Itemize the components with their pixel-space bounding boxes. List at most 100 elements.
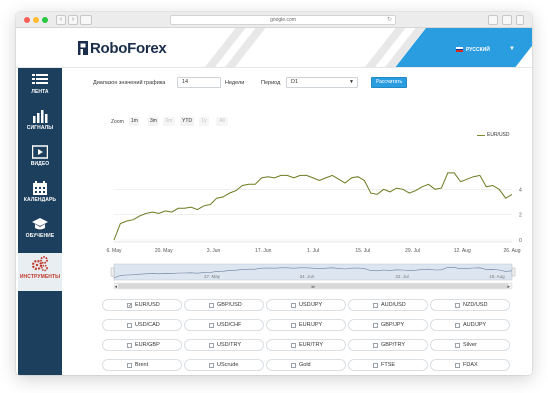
x-tick-label: 29. Jul: [405, 248, 420, 254]
instrument-checkbox-usdcad[interactable]: USD/CAD: [102, 319, 182, 331]
forward-button[interactable]: ›: [68, 15, 78, 25]
instrument-label: AUD/JPY: [463, 322, 487, 328]
logo-text[interactable]: RoboForex: [90, 40, 167, 57]
x-tick-label: 20. May: [155, 248, 173, 254]
checkbox-box[interactable]: [455, 363, 460, 368]
sidebar-toggle-icon[interactable]: [80, 15, 92, 25]
instrument-label: USD/CHF: [217, 322, 242, 328]
calendar-icon: [33, 181, 47, 195]
navigator-tick-label: 24. Jun: [300, 274, 315, 279]
sidebar-item-video[interactable]: ВИДЕО: [18, 142, 62, 178]
instrument-label: USD/TRY: [217, 342, 242, 348]
checkbox-box[interactable]: [373, 303, 378, 308]
gears-icon: [31, 256, 48, 272]
instrument-label: EUR/TRY: [299, 342, 324, 348]
instrument-checkbox-gold[interactable]: Gold: [266, 359, 346, 371]
x-tick-label: 3. Jun: [207, 248, 221, 254]
sidebar-item-feed[interactable]: ЛЕНТА: [18, 70, 62, 106]
checkbox-box[interactable]: [209, 343, 214, 348]
maximize-window-button[interactable]: [42, 17, 48, 23]
new-tab-icon[interactable]: [516, 15, 524, 25]
instrument-label: GBP/USD: [217, 302, 242, 308]
y-tick-label: 0: [519, 238, 522, 244]
checkbox-box[interactable]: [127, 363, 132, 368]
sidebar-item-label: ВИДЕО: [30, 161, 50, 167]
checkbox-box[interactable]: [209, 363, 214, 368]
instrument-checkbox-usdtry[interactable]: USD/TRY: [184, 339, 264, 351]
close-window-button[interactable]: [24, 17, 30, 23]
instrument-checkbox-uscrude[interactable]: UScrude: [184, 359, 264, 371]
sidebar-item-label: ОБУЧЕНИЕ: [25, 233, 55, 239]
instrument-label: GBP/TRY: [381, 342, 406, 348]
minimize-window-button[interactable]: [33, 17, 39, 23]
instrument-checkbox-gbpusd[interactable]: GBP/USD: [184, 299, 264, 311]
checkbox-box[interactable]: [209, 303, 214, 308]
instrument-checkbox-eurjpy[interactable]: EUR/JPY: [266, 319, 346, 331]
instrument-label: UScrude: [217, 362, 239, 368]
checkbox-box[interactable]: [291, 303, 296, 308]
y-tick-label: 2: [519, 213, 522, 219]
checkbox-box[interactable]: ✓: [127, 303, 132, 309]
russia-flag-icon: [456, 47, 463, 52]
browser-window: ‹ › google.com ↻ RoboForex РУССКИЙ ▼ ЛЕН…: [16, 12, 532, 375]
checkbox-box[interactable]: [291, 343, 296, 348]
checkbox-box[interactable]: [373, 363, 378, 368]
checkbox-box[interactable]: [373, 343, 378, 348]
share-icon[interactable]: [488, 15, 498, 25]
sidebar-item-label: ЛЕНТА: [31, 89, 49, 95]
sidebar-item-calendar[interactable]: КАЛЕНДАРЬ: [18, 178, 62, 214]
x-tick-label: 15. Jul: [355, 248, 370, 254]
checkbox-box[interactable]: [455, 323, 460, 328]
instrument-checkbox-audjpy[interactable]: AUD/JPY: [430, 319, 510, 331]
sidebar-item-signals[interactable]: СИГНАЛЫ: [18, 106, 62, 142]
y-tick-label: 4: [519, 187, 522, 193]
graduation-cap-icon: [32, 218, 48, 230]
instrument-label: NZD/USD: [463, 302, 488, 308]
instrument-checkbox-eurtry[interactable]: EUR/TRY: [266, 339, 346, 351]
instrument-checkbox-usdchf[interactable]: USD/CHF: [184, 319, 264, 331]
address-bar[interactable]: google.com ↻: [170, 15, 396, 25]
reload-icon[interactable]: ↻: [387, 16, 392, 24]
instrument-checkbox-ftse[interactable]: FTSE: [348, 359, 428, 371]
instrument-checkbox-usdjpy[interactable]: USD/JPY: [266, 299, 346, 311]
instrument-checkbox-gbpjpy[interactable]: GBP/JPY: [348, 319, 428, 331]
instrument-checkbox-brent[interactable]: Brent: [102, 359, 182, 371]
checkbox-box[interactable]: [127, 323, 132, 328]
scrollbar-grip: ≡: [311, 285, 315, 291]
instrument-checkbox-audusd[interactable]: AUD/USD: [348, 299, 428, 311]
navigator-tick-label: 19. Aug: [489, 274, 505, 279]
instrument-checkbox-gbptry[interactable]: GBP/TRY: [348, 339, 428, 351]
instrument-checkbox-nzdusd[interactable]: NZD/USD: [430, 299, 510, 311]
browser-titlebar: ‹ › google.com ↻: [16, 12, 532, 28]
sidebar-item-instruments[interactable]: ИНСТРУМЕНТЫ: [18, 253, 62, 291]
x-tick-label: 6. May: [106, 248, 122, 254]
instrument-label: Brent: [135, 362, 149, 368]
language-selector[interactable]: РУССКИЙ: [466, 47, 490, 53]
checkbox-box[interactable]: [291, 323, 296, 328]
checkbox-box[interactable]: [455, 343, 460, 348]
play-icon: [32, 145, 48, 159]
x-tick-label: 12. Aug: [454, 248, 471, 254]
checkbox-box[interactable]: [209, 323, 214, 328]
tabs-icon[interactable]: [502, 15, 512, 25]
sidebar-item-education[interactable]: ОБУЧЕНИЕ: [18, 214, 62, 250]
instrument-label: AUD/USD: [381, 302, 406, 308]
instrument-checkbox-eurgbp[interactable]: EUR/GBP: [102, 339, 182, 351]
bar-chart-icon: [33, 110, 48, 123]
checkbox-box[interactable]: [373, 323, 378, 328]
instrument-checkbox-eurusd[interactable]: ✓ EUR/USD: [102, 299, 182, 311]
sidebar-item-label: КАЛЕНДАРЬ: [23, 197, 57, 203]
navigator-tick-label: 22. Jul: [395, 274, 408, 279]
checkbox-box[interactable]: [291, 363, 296, 368]
address-text: google.com: [270, 17, 296, 23]
checkbox-box[interactable]: [455, 303, 460, 308]
x-tick-label: 26. Aug: [504, 248, 521, 254]
x-tick-label: 17. Jun: [255, 248, 272, 254]
chevron-down-icon[interactable]: ▼: [509, 46, 515, 52]
checkbox-box[interactable]: [127, 343, 132, 348]
instrument-checkbox-fdax[interactable]: FDAX: [430, 359, 510, 371]
instrument-checkbox-silver[interactable]: Silver: [430, 339, 510, 351]
instrument-label: FTSE: [381, 362, 396, 368]
back-button[interactable]: ‹: [56, 15, 66, 25]
price-chart: 0 2 4 6. May 20. May 3. Jun 17. Jun 1. Jul 15. J…: [106, 172, 522, 291]
